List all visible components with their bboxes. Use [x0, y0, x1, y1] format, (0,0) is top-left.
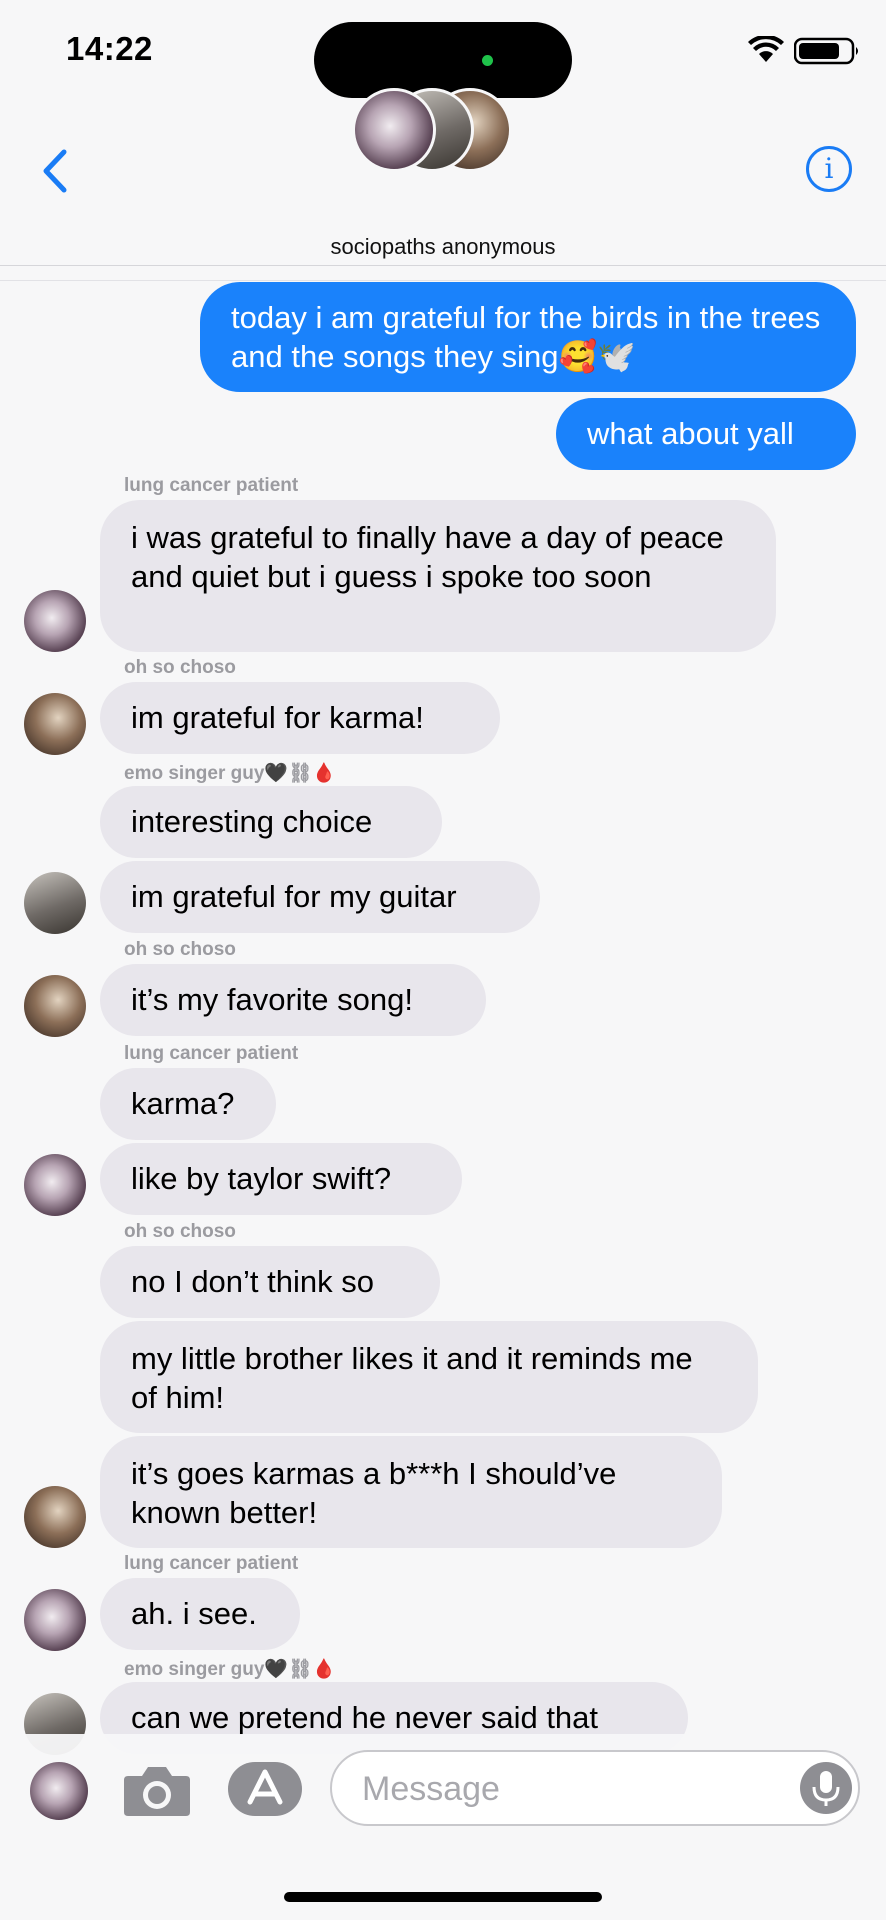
avatar[interactable] — [24, 693, 86, 755]
avatar[interactable] — [24, 1154, 86, 1216]
message-bubble-incoming[interactable]: no I don’t think so — [100, 1246, 440, 1318]
avatar[interactable] — [24, 1589, 86, 1651]
status-time: 14:22 — [66, 30, 153, 67]
message-bubble-incoming[interactable]: it’s goes karmas a b***h I should’ve kno… — [100, 1436, 722, 1548]
avatar[interactable] — [30, 1762, 88, 1820]
sender-name: lung cancer patient — [124, 1043, 299, 1064]
message-text: im grateful for karma! — [131, 700, 424, 735]
sender-name: emo singer guy🖤⛓🩸 — [124, 1659, 336, 1680]
avatar[interactable] — [24, 872, 86, 934]
message-text: im grateful for my guitar — [131, 879, 457, 914]
message-text: it’s my favorite song! — [131, 982, 413, 1017]
message-bubble-incoming[interactable]: im grateful for karma! — [100, 682, 500, 754]
sender-name: lung cancer patient — [124, 475, 299, 496]
sender-name: emo singer guy🖤⛓🩸 — [124, 763, 336, 784]
message-bubble-incoming[interactable]: it’s my favorite song! — [100, 964, 486, 1036]
message-input[interactable] — [360, 1766, 764, 1812]
info-icon[interactable]: i — [806, 146, 852, 192]
avatar[interactable] — [24, 975, 86, 1037]
group-name[interactable]: sociopaths anonymous — [0, 234, 886, 260]
message-bubble-incoming[interactable]: my little brother likes it and it remind… — [100, 1321, 758, 1433]
header-divider — [0, 280, 886, 281]
message-text: can we pretend he never said that — [131, 1700, 599, 1735]
message-text: i was grateful to finally have a day of … — [131, 520, 733, 594]
message-input-field[interactable] — [330, 1750, 860, 1826]
back-chevron-icon[interactable] — [36, 146, 76, 196]
message-text: no I don’t think so — [131, 1264, 374, 1299]
camera-indicator-dot — [482, 55, 493, 66]
dynamic-island — [314, 22, 572, 98]
avatar — [352, 88, 436, 172]
message-bubble-incoming[interactable]: ah. i see. — [100, 1578, 300, 1650]
sender-name: oh so choso — [124, 1221, 236, 1242]
avatar[interactable] — [24, 1486, 86, 1548]
sender-name: lung cancer patient — [124, 1553, 299, 1574]
wifi-icon — [748, 36, 784, 62]
battery-icon — [794, 37, 858, 65]
message-bubble-incoming[interactable]: interesting choice — [100, 786, 442, 858]
header-divider — [0, 265, 886, 266]
mic-icon[interactable] — [800, 1762, 852, 1814]
message-bubble-incoming[interactable]: karma? — [100, 1068, 276, 1140]
message-text: what about yall — [587, 416, 794, 451]
app-store-icon[interactable] — [228, 1762, 302, 1816]
camera-icon[interactable] — [122, 1762, 192, 1818]
group-avatars[interactable] — [352, 88, 522, 174]
message-text: interesting choice — [131, 804, 373, 839]
message-bubble-incoming[interactable]: i was grateful to finally have a day of … — [100, 500, 776, 652]
message-text: today i am grateful for the birds in the… — [231, 300, 829, 374]
home-indicator — [284, 1892, 602, 1902]
avatar[interactable] — [24, 590, 86, 652]
message-text: my little brother likes it and it remind… — [131, 1341, 702, 1415]
message-bubble-incoming[interactable]: im grateful for my guitar — [100, 861, 540, 933]
status-bar: 14:22 — [0, 0, 886, 100]
message-text: it’s goes karmas a b***h I should’ve kno… — [131, 1456, 625, 1530]
message-text: ah. i see. — [131, 1596, 257, 1631]
sender-name: oh so choso — [124, 657, 236, 678]
message-text: karma? — [131, 1086, 235, 1121]
message-text: like by taylor swift? — [131, 1161, 392, 1196]
sender-name: oh so choso — [124, 939, 236, 960]
message-bubble-incoming[interactable]: like by taylor swift? — [100, 1143, 462, 1215]
message-bubble-outgoing[interactable]: today i am grateful for the birds in the… — [200, 282, 856, 392]
message-bubble-outgoing[interactable]: what about yall — [556, 398, 856, 470]
